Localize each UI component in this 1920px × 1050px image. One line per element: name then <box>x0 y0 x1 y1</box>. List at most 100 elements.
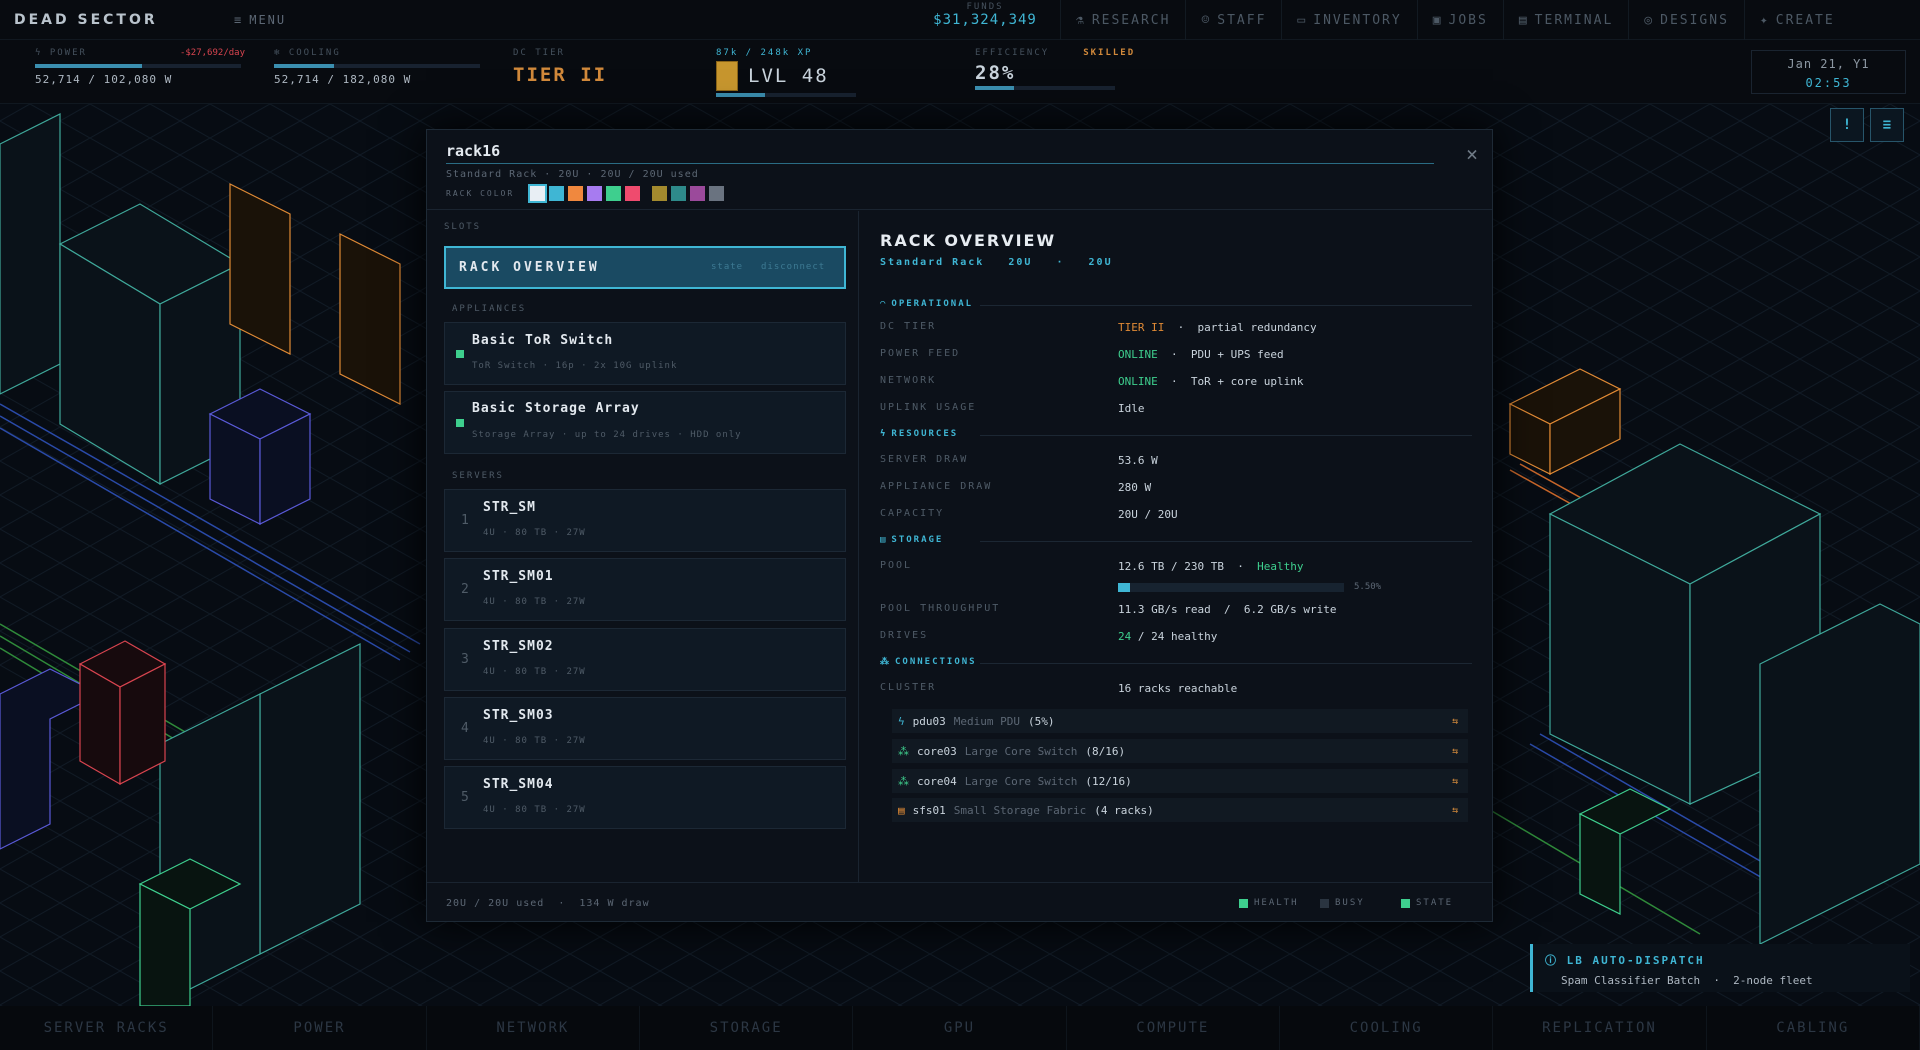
appliance-status-dot <box>456 350 464 358</box>
rack-overview-slot[interactable]: RACK OVERVIEW state disconnect <box>444 246 846 289</box>
footer-summary: 20U / 20U used · 134 W draw <box>446 898 650 909</box>
server-name: STR_SM01 <box>483 569 554 584</box>
power-stat: ϟ POWER -$27,692/day 52,714 / 102,080 W <box>35 48 245 86</box>
plus-icon: ✦ <box>1759 12 1770 28</box>
nav-inventory[interactable]: ▭ INVENTORY <box>1281 0 1416 40</box>
tab-server-racks[interactable]: SERVER RACKS <box>0 1006 214 1050</box>
connection-id: pdu03 <box>912 714 946 728</box>
tab-storage[interactable]: STORAGE <box>640 1006 854 1050</box>
tab-cabling[interactable]: CABLING <box>1707 1006 1920 1050</box>
link-icon[interactable]: ⇆ <box>1452 805 1458 816</box>
appliance-slot[interactable]: Basic ToR Switch ToR Switch · 16p · 2x 1… <box>444 322 846 385</box>
server-slot[interactable]: 4 STR_SM03 4U · 80 TB · 27W <box>444 697 846 760</box>
connection-extra: (4 racks) <box>1094 803 1154 817</box>
top-nav: ⚗ RESEARCH ☺ STAFF ▭ INVENTORY ▣ JOBS ▤ TERMI… <box>1060 0 1850 40</box>
nav-create[interactable]: ✦ CREATE <box>1743 0 1850 40</box>
appliances-label: APPLIANCES <box>452 304 527 314</box>
funds-label: FUNDS <box>966 2 1004 12</box>
rack-modal: rack16 × Standard Rack · 20U · 20U / 20U… <box>426 129 1493 922</box>
server-slot[interactable]: 3 STR_SM02 4U · 80 TB · 27W <box>444 628 846 691</box>
rack-color-picker: RACK COLOR <box>446 184 725 203</box>
list-button[interactable]: ≡ <box>1870 108 1904 142</box>
storage-icon: ▤ <box>898 803 905 817</box>
server-name: STR_SM04 <box>483 777 554 792</box>
tier-stat: DC TIER TIER II <box>513 48 607 86</box>
pool-usage-fill <box>1118 583 1131 592</box>
stat-bar: ϟ POWER -$27,692/day 52,714 / 102,080 W ❄… <box>0 40 1920 104</box>
legend-state: STATE <box>1401 898 1453 908</box>
connection-row[interactable]: ▤ sfs01 Small Storage Fabric (4 racks) ⇆ <box>892 798 1468 822</box>
menu-label: MENU <box>249 12 287 27</box>
power-bar <box>35 64 241 68</box>
funds-display: FUNDS $31,324,349 <box>930 2 1040 28</box>
level-stat: 87k / 248k XP LVL 48 <box>716 48 856 97</box>
gauge-icon: ◠ <box>880 299 888 309</box>
server-meta: 4U · 80 TB · 27W <box>483 528 586 538</box>
power-value: 52,714 / 102,080 W <box>35 73 173 86</box>
color-swatch[interactable] <box>671 186 687 201</box>
server-meta: 4U · 80 TB · 27W <box>483 597 586 607</box>
connection-type: Large Core Switch <box>964 744 1078 758</box>
tab-cooling[interactable]: COOLING <box>1280 1006 1494 1050</box>
server-slot[interactable]: 5 STR_SM04 4U · 80 TB · 27W <box>444 766 846 829</box>
color-swatch[interactable] <box>690 186 706 201</box>
flask-icon: ⚗ <box>1076 12 1086 28</box>
link-icon[interactable]: ⇆ <box>1452 746 1458 757</box>
toast-body: Spam Classifier Batch · 2-node fleet <box>1561 974 1813 987</box>
color-swatch[interactable] <box>568 186 584 201</box>
server-name: STR_SM <box>483 500 536 515</box>
color-swatch[interactable] <box>709 186 725 201</box>
close-icon[interactable]: × <box>1466 142 1478 166</box>
color-swatch[interactable] <box>549 186 565 201</box>
xp-bar <box>716 93 856 97</box>
nav-jobs[interactable]: ▣ JOBS <box>1416 0 1503 40</box>
appliance-status-dot <box>456 419 464 427</box>
appliance-slot[interactable]: Basic Storage Array Storage Array · up t… <box>444 391 846 454</box>
tab-power[interactable]: POWER <box>213 1006 427 1050</box>
server-name: STR_SM02 <box>483 639 554 654</box>
menu-button[interactable]: ≡ MENU <box>234 13 286 27</box>
briefcase-icon: ▣ <box>1432 12 1443 28</box>
connection-type: Small Storage Fabric <box>953 803 1087 817</box>
server-meta: 4U · 80 TB · 27W <box>483 736 586 746</box>
color-swatch[interactable] <box>625 186 641 201</box>
resources-header: ϟ RESOURCES <box>880 429 959 439</box>
connection-row[interactable]: ⁂ core03 Large Core Switch (8/16) ⇆ <box>892 739 1468 763</box>
tab-network[interactable]: NETWORK <box>427 1006 640 1050</box>
game-date: Jan 21, Y1 <box>1787 57 1870 71</box>
tab-replication[interactable]: REPLICATION <box>1493 1006 1707 1050</box>
color-swatch[interactable] <box>528 184 548 203</box>
color-swatch[interactable] <box>606 186 622 201</box>
link-icon[interactable]: ⇆ <box>1452 776 1458 787</box>
xp-value: 87k / 248k XP <box>716 48 813 58</box>
link-icon[interactable]: ⇆ <box>1452 716 1458 727</box>
nav-terminal[interactable]: ▤ TERMINAL <box>1502 0 1628 40</box>
network-icon: ⁂ <box>898 744 909 758</box>
alert-button[interactable]: ! <box>1830 108 1864 142</box>
cooling-stat: ❄ COOLING 52,714 / 182,080 W <box>274 48 484 86</box>
nav-designs[interactable]: ◎ DESIGNS <box>1628 0 1744 40</box>
color-swatch[interactable] <box>587 186 603 201</box>
top-bar: DEAD SECTOR ≡ MENU FUNDS $31,324,349 ⚗ RE… <box>0 0 1920 40</box>
nav-research[interactable]: ⚗ RESEARCH <box>1060 0 1185 40</box>
server-slot[interactable]: 1 STR_SM 4U · 80 TB · 27W <box>444 489 846 552</box>
snowflake-icon: ❄ <box>274 48 289 58</box>
divider <box>980 541 1472 542</box>
tab-gpu[interactable]: GPU <box>853 1006 1067 1050</box>
bottom-tab-bar: SERVER RACKS POWER NETWORK STORAGE GPU C… <box>0 1006 1920 1050</box>
tier-label: DC TIER <box>513 48 565 58</box>
rack-subtitle: Standard Rack · 20U · 20U / 20U used <box>446 169 699 180</box>
modal-footer: 20U / 20U used · 134 W draw HEALTH BUSY … <box>427 882 1492 922</box>
server-slot[interactable]: 2 STR_SM01 4U · 80 TB · 27W <box>444 558 846 621</box>
connection-row[interactable]: ϟ pdu03 Medium PDU (5%) ⇆ <box>892 709 1468 733</box>
level-badge-icon <box>716 61 738 91</box>
color-swatch[interactable] <box>652 186 668 201</box>
terminal-icon: ▤ <box>1518 12 1529 28</box>
notification-toast[interactable]: ⓘ LB AUTO-DISPATCH Spam Classifier Batch… <box>1530 944 1910 992</box>
overview-state: state <box>711 262 744 272</box>
connection-type: Medium PDU <box>953 714 1020 728</box>
rack-name-input[interactable]: rack16 <box>446 140 1434 164</box>
connection-row[interactable]: ⁂ core04 Large Core Switch (12/16) ⇆ <box>892 769 1468 793</box>
nav-staff[interactable]: ☺ STAFF <box>1185 0 1281 40</box>
tab-compute[interactable]: COMPUTE <box>1067 1006 1280 1050</box>
